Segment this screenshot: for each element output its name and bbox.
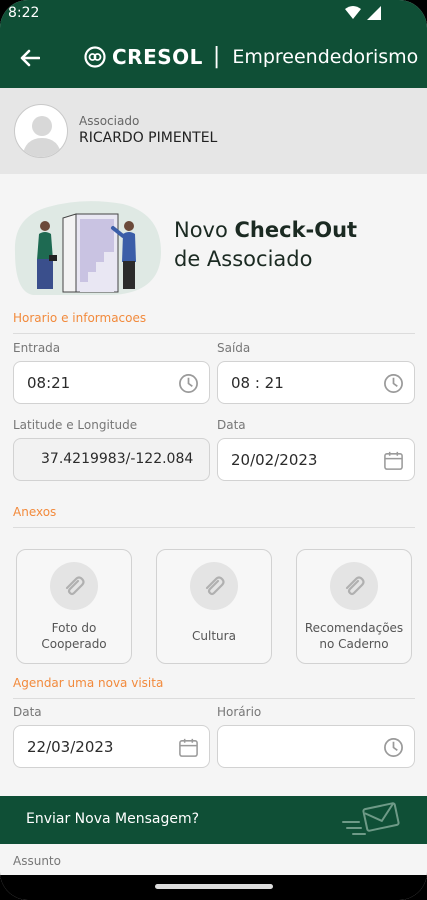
clip-circle xyxy=(190,562,238,610)
clock-icon xyxy=(179,374,198,393)
clock-icon xyxy=(384,374,403,393)
paperclip-icon xyxy=(205,576,225,596)
entrada-value: 08:21 xyxy=(27,374,71,392)
hero-title-bold: Check-Out xyxy=(234,218,358,242)
arrow-left-icon xyxy=(20,49,40,67)
attachment-cultura[interactable]: Cultura xyxy=(156,549,272,664)
saida-value: 08 : 21 xyxy=(231,374,284,392)
latlng-value: 37.4219983/-122.084 xyxy=(41,451,194,467)
attachment-recomendacoes-caderno[interactable]: Recomendações no Caderno xyxy=(296,549,412,664)
clock-icon xyxy=(384,738,403,757)
associate-name: RICARDO PIMENTEL xyxy=(79,130,218,146)
user-silhouette-icon xyxy=(22,116,62,157)
send-message-bar[interactable]: Enviar Nova Mensagem? xyxy=(0,796,427,844)
status-bar: 8:22 xyxy=(0,0,427,28)
app-bar: CRESOL | Empreendedorismo xyxy=(0,28,427,88)
attachment-label-line2: no Caderno xyxy=(319,637,389,651)
cresol-logo-icon xyxy=(84,45,106,68)
brand-separator: | xyxy=(212,44,221,69)
send-mail-icon xyxy=(342,802,400,835)
data-field[interactable]: 20/02/2023 xyxy=(217,438,415,481)
section-title: Empreendedorismo xyxy=(232,45,419,68)
hero-title-line2: de Associado xyxy=(174,247,313,271)
latlng-label: Latitude e Longitude xyxy=(13,418,138,432)
latlng-field: 37.4219983/-122.084 xyxy=(13,438,210,481)
schedule-data-value: 22/03/2023 xyxy=(27,738,114,756)
associate-label: Associado xyxy=(79,114,140,128)
associate-header: Associado RICARDO PIMENTEL xyxy=(0,88,427,174)
saida-field[interactable]: 08 : 21 xyxy=(217,361,415,404)
checkout-illustration xyxy=(14,201,161,295)
saida-label: Saída xyxy=(217,341,251,355)
attachment-label-line1: Foto do xyxy=(51,621,97,635)
section-title-times: Horario e informacoes xyxy=(13,311,147,325)
entrada-label: Entrada xyxy=(13,341,61,355)
status-icons xyxy=(345,6,381,20)
hero-title: Novo Check-Out de Associado xyxy=(174,216,357,274)
attachment-label: Recomendações no Caderno xyxy=(301,620,407,652)
schedule-data-label: Data xyxy=(13,705,42,719)
section-title-attachments: Anexos xyxy=(13,505,57,519)
attachment-label: Cultura xyxy=(161,628,267,644)
calendar-icon xyxy=(179,738,198,757)
brand-name: CRESOL xyxy=(112,44,203,69)
attachment-label: Foto do Cooperado xyxy=(21,620,127,652)
signal-icon xyxy=(367,6,381,20)
attachment-foto-cooperado[interactable]: Foto do Cooperado xyxy=(16,549,132,664)
status-time: 8:22 xyxy=(8,5,40,21)
calendar-icon xyxy=(384,451,403,470)
divider xyxy=(13,527,415,528)
schedule-horario-label: Horário xyxy=(217,705,262,719)
attachment-label-line1: Cultura xyxy=(192,629,236,643)
home-indicator[interactable] xyxy=(155,884,273,889)
schedule-horario-field[interactable] xyxy=(217,725,415,768)
attachment-label-line2: Cooperado xyxy=(41,637,107,651)
screen: 8:22 CRESOL | Empreendedorismo Associado… xyxy=(0,0,427,900)
paperclip-icon xyxy=(65,576,85,596)
brand: CRESOL | Empreendedorismo xyxy=(84,44,418,69)
avatar xyxy=(14,104,68,158)
data-label: Data xyxy=(217,418,246,432)
hero-title-prefix: Novo xyxy=(174,218,235,242)
schedule-data-field[interactable]: 22/03/2023 xyxy=(13,725,210,768)
clip-circle xyxy=(50,562,98,610)
send-message-label: Enviar Nova Mensagem? xyxy=(26,811,200,827)
wifi-icon xyxy=(345,6,361,19)
data-value: 20/02/2023 xyxy=(231,451,318,469)
back-button[interactable] xyxy=(14,42,46,74)
entrada-field[interactable]: 08:21 xyxy=(13,361,210,404)
clip-circle xyxy=(330,562,378,610)
subject-label: Assunto xyxy=(13,854,61,868)
divider xyxy=(13,698,415,699)
section-title-schedule: Agendar uma nova visita xyxy=(13,676,164,690)
attachment-label-line1: Recomendações xyxy=(304,621,404,635)
divider xyxy=(13,333,415,334)
paperclip-icon xyxy=(345,576,365,596)
